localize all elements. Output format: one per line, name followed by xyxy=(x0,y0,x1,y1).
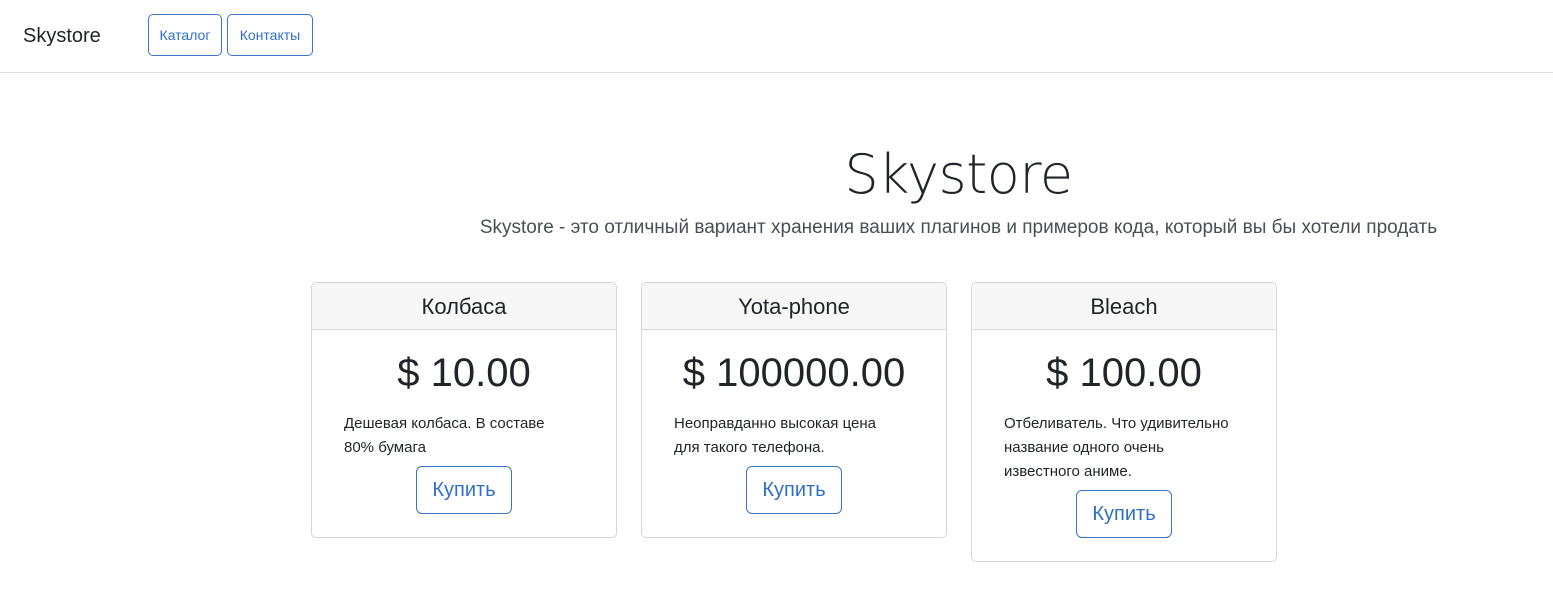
product-description: Дешевая колбаса. В составе 80% бумага xyxy=(344,415,545,456)
product-card: Колбаса $ 10.00 Дешевая колбаса. В соста… xyxy=(311,282,617,538)
hero-subtitle: Skystore - это отличный вариант хранения… xyxy=(479,217,1438,238)
product-description: Неоправданно высокая цена для такого тел… xyxy=(674,415,876,456)
product-name: Yota-phone xyxy=(642,283,946,330)
product-card: Bleach $ 100.00 Отбеливатель. Что удивит… xyxy=(971,282,1277,562)
product-name: Колбаса xyxy=(312,283,616,330)
buy-button[interactable]: Купить xyxy=(416,466,512,514)
nav-catalog-button[interactable]: Каталог xyxy=(148,14,222,56)
buy-button[interactable]: Купить xyxy=(746,466,842,514)
product-price: $ 100.00 xyxy=(1046,351,1202,395)
product-price: $ 100000.00 xyxy=(682,351,906,395)
product-name: Bleach xyxy=(972,283,1276,330)
nav-contacts-button[interactable]: Контакты xyxy=(227,14,313,56)
buy-button[interactable]: Купить xyxy=(1076,490,1172,538)
hero-title: Skystore xyxy=(844,143,1073,206)
product-description: Отбеливатель. Что удивительно название о… xyxy=(1004,415,1229,480)
product-price: $ 10.00 xyxy=(397,351,531,395)
brand-logo[interactable]: Skystore xyxy=(23,22,101,50)
navbar: Skystore Каталог Контакты xyxy=(0,0,1553,73)
product-card: Yota-phone $ 100000.00 Неоправданно высо… xyxy=(641,282,947,538)
